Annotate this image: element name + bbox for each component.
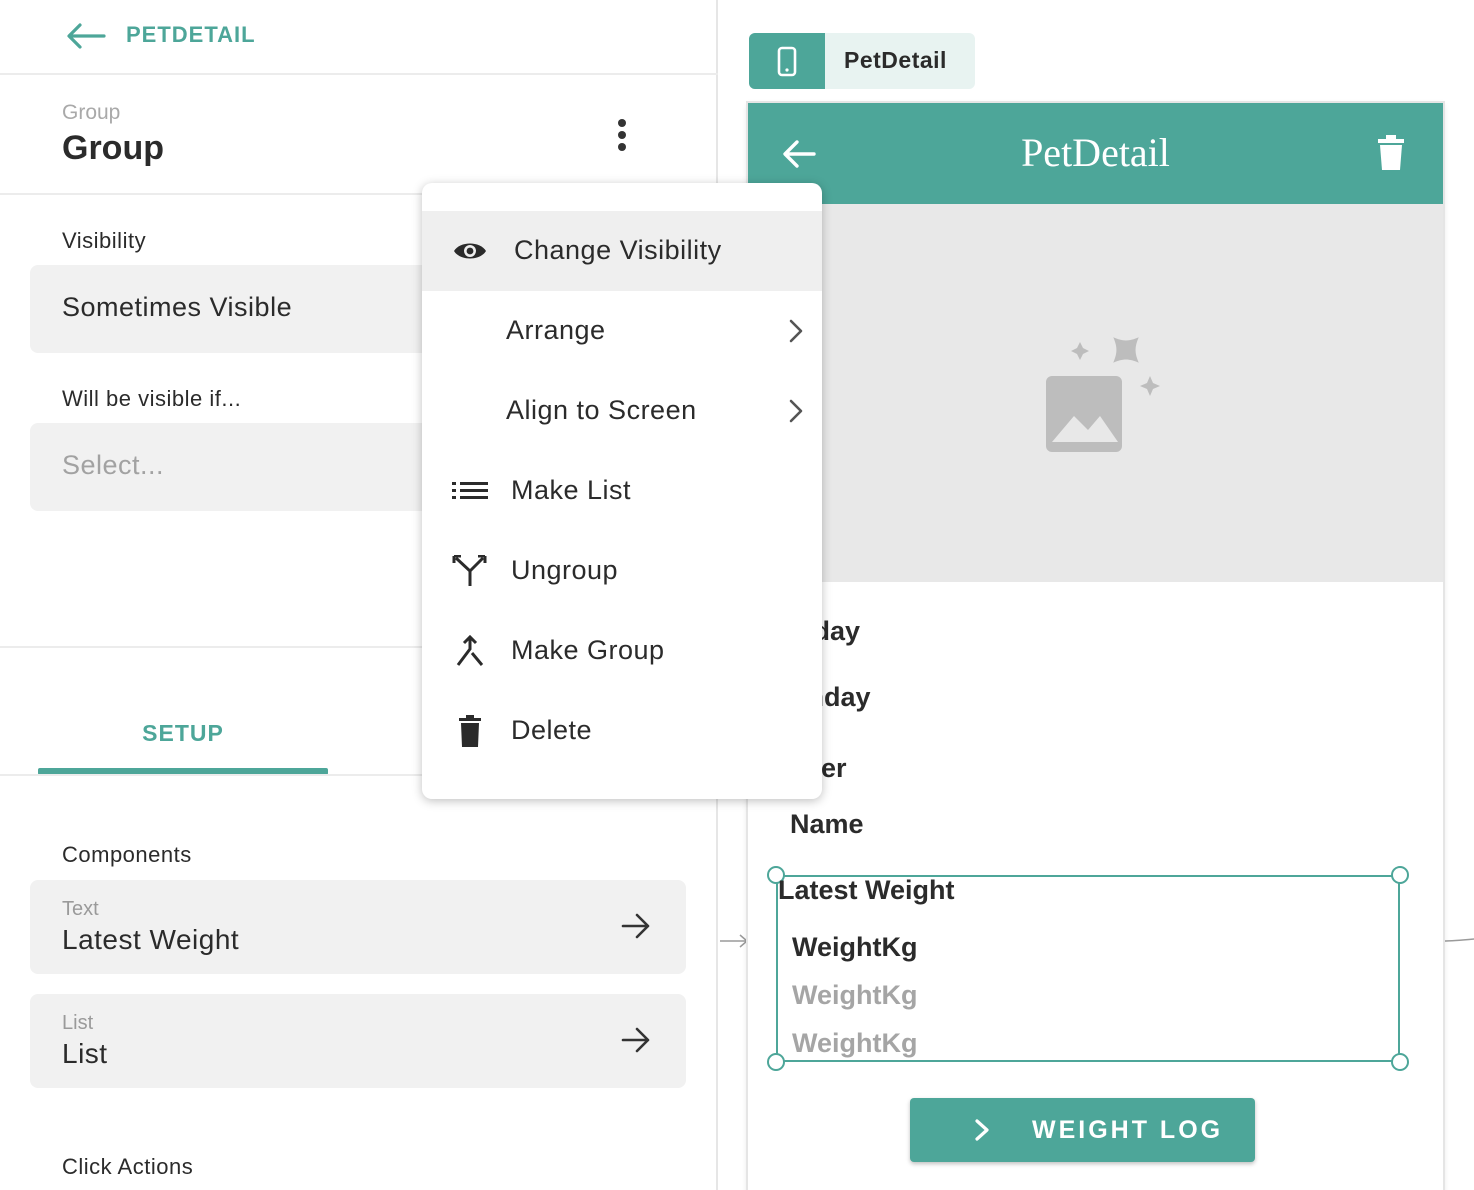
visibility-select-value: Sometimes Visible [62,292,293,322]
tab-setup-label: SETUP [142,720,224,746]
condition-select[interactable]: Select... [30,423,450,511]
menu-item-arrange[interactable]: Arrange [422,291,822,371]
app-bar: PetDetail [748,103,1443,204]
menu-item-label: Change Visibility [514,235,722,265]
phone-preview: PetDetail thday rthday nder Name [748,103,1443,1190]
latest-weight-title[interactable]: Latest Weight [778,875,955,906]
component-card-name: List [62,1038,108,1069]
menu-item-label: Make Group [511,635,665,665]
merge-icon [456,635,484,666]
eye-icon [454,243,486,259]
canvas: PetDetail PetDetail thday rthday Name La… [720,0,1474,1190]
resize-handle[interactable] [1391,866,1409,884]
list-icon [452,482,488,499]
back-label[interactable]: PETDETAIL [126,22,256,48]
component-card-text[interactable]: Text Latest Weight [30,880,686,974]
chevron-right-icon [789,399,803,423]
tab-setup[interactable]: SETUP [38,700,328,776]
visibility-select[interactable]: Sometimes Visible [30,265,450,353]
arrow-right-icon[interactable] [620,912,652,940]
screen-chip[interactable]: PetDetail [749,33,975,89]
context-menu: Change Visibility Arrange Align to Scree… [422,183,822,799]
phone-icon [749,33,825,89]
resize-handle[interactable] [1391,1053,1409,1071]
weight-log-button-label: WEIGHT LOG [1032,1116,1224,1144]
menu-item-align-to-screen[interactable]: Align to Screen [422,371,822,451]
list-item[interactable]: WeightKg [792,1028,917,1059]
weight-log-button[interactable]: WEIGHT LOG [910,1098,1255,1162]
menu-item-label: Delete [511,715,593,745]
resize-handle[interactable] [767,1053,785,1071]
image-sparkle-icon [1046,337,1160,452]
condition-label: Will be visible if... [62,386,242,411]
connector-line [1443,938,1474,942]
name-field[interactable]: Name [790,809,864,840]
list-item[interactable]: WeightKg [792,980,917,1011]
app-bar-title: PetDetail [1021,130,1170,175]
component-title: Group [62,129,164,167]
menu-item-label: Arrange [506,315,606,345]
component-type-caption: Group [62,101,121,124]
menu-item-change-visibility[interactable]: Change Visibility [422,211,822,291]
component-header: Group Group [0,75,718,195]
chevron-right-icon [975,1119,989,1141]
connector-arrow-icon [720,934,749,948]
back-row[interactable]: PETDETAIL [0,0,718,75]
condition-select-placeholder: Select... [62,450,165,480]
menu-item-label: Align to Screen [506,395,697,425]
more-options-icon[interactable] [610,115,634,155]
screen-chip-label: PetDetail [844,47,947,73]
arrow-right-icon[interactable] [620,1026,652,1054]
component-card-type: List [62,1012,94,1034]
click-actions-label: Click Actions [62,1154,194,1179]
menu-item-ungroup[interactable]: Ungroup [422,531,822,611]
trash-icon [459,715,481,747]
menu-item-label: Ungroup [511,555,619,585]
menu-item-label: Make List [511,475,632,505]
menu-item-make-list[interactable]: Make List [422,451,822,531]
component-card-list[interactable]: List List [30,994,686,1088]
component-card-type: Text [62,898,99,920]
ungroup-icon [452,555,487,586]
menu-item-delete[interactable]: Delete [422,691,822,771]
menu-item-make-group[interactable]: Make Group [422,611,822,691]
list-item[interactable]: WeightKg [792,932,917,963]
image-placeholder[interactable] [748,204,1443,582]
chevron-right-icon [789,319,803,343]
component-card-name: Latest Weight [62,924,240,955]
back-arrow-icon[interactable] [66,22,106,50]
trash-icon[interactable] [1378,135,1404,171]
visibility-label: Visibility [62,228,147,253]
components-label: Components [62,842,192,867]
